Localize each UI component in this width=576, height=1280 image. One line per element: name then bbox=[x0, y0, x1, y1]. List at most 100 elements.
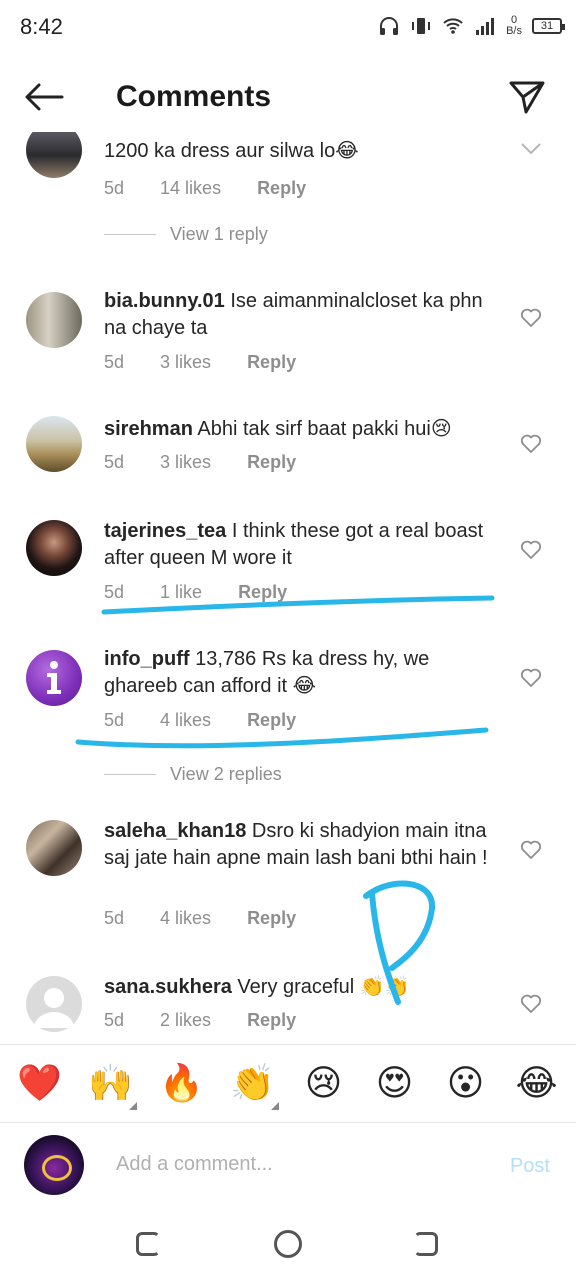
comment-text: tajerines_tea I think these got a real b… bbox=[104, 518, 494, 572]
battery-icon: 31 bbox=[532, 18, 565, 34]
comment-meta: 5d 4 likes Reply bbox=[104, 908, 332, 929]
variant-indicator-icon bbox=[270, 1101, 279, 1110]
comment-item: 1200 ka dress aur silwa lo😂 5d 14 likes … bbox=[0, 132, 576, 252]
comment-item: bia.bunny.01 Ise aimanminalcloset ka phn… bbox=[0, 288, 576, 388]
avatar[interactable] bbox=[26, 520, 82, 576]
comment-item: saleha_khan18 Dsro ki shadyion main itna… bbox=[0, 818, 576, 938]
comment-username[interactable]: sana.sukhera bbox=[104, 976, 232, 998]
comment-text: saleha_khan18 Dsro ki shadyion main itna… bbox=[104, 818, 494, 872]
home-icon[interactable] bbox=[274, 1230, 302, 1258]
comment-body: Abhi tak sirf baat pakki hui😢 bbox=[197, 418, 452, 440]
comment-input[interactable]: Add a comment... bbox=[116, 1153, 273, 1176]
comment-meta: 5d 1 like Reply bbox=[104, 582, 323, 603]
comment-meta: 5d 2 likes Reply bbox=[104, 1010, 332, 1031]
reply-button[interactable]: Reply bbox=[247, 352, 296, 373]
likes-count[interactable]: 3 likes bbox=[160, 352, 211, 373]
comment-age: 5d bbox=[104, 352, 125, 372]
comments-list[interactable]: 1200 ka dress aur silwa lo😂 5d 14 likes … bbox=[0, 132, 576, 1044]
wifi-icon bbox=[443, 18, 463, 34]
heart-icon[interactable] bbox=[520, 994, 542, 1014]
emoji-clap[interactable]: 👏 bbox=[223, 1062, 283, 1110]
likes-count[interactable]: 3 likes bbox=[160, 452, 211, 473]
emoji-fire[interactable]: 🔥 bbox=[152, 1063, 212, 1104]
avatar[interactable] bbox=[26, 416, 82, 472]
send-icon[interactable] bbox=[508, 78, 546, 116]
system-nav-bar bbox=[0, 1206, 576, 1280]
comment-username[interactable]: saleha_khan18 bbox=[104, 820, 246, 842]
comment-meta: 5d 3 likes Reply bbox=[104, 452, 332, 473]
reply-button[interactable]: Reply bbox=[257, 178, 306, 199]
comment-username[interactable]: sirehman bbox=[104, 418, 193, 440]
emoji-heart-eyes[interactable]: 😍 bbox=[365, 1063, 425, 1104]
status-icons: 0 B/s 31 bbox=[378, 12, 565, 40]
comment-body: 1200 ka dress aur silwa lo😂 bbox=[104, 140, 359, 162]
reply-button[interactable]: Reply bbox=[247, 710, 296, 731]
comment-age: 5d bbox=[104, 710, 125, 730]
avatar[interactable] bbox=[26, 820, 82, 876]
emoji-clap-glyph: 👏 bbox=[230, 1062, 275, 1104]
comment-username[interactable]: bia.bunny.01 bbox=[104, 290, 225, 312]
status-bar: 8:42 0 B/s 31 bbox=[0, 0, 576, 56]
heart-icon[interactable] bbox=[520, 540, 542, 560]
vibrate-icon bbox=[412, 18, 431, 34]
likes-count[interactable]: 1 like bbox=[160, 582, 202, 603]
likes-count[interactable]: 14 likes bbox=[160, 178, 221, 199]
likes-count[interactable]: 4 likes bbox=[160, 710, 211, 731]
info-icon bbox=[47, 661, 61, 694]
back-arrow-icon[interactable] bbox=[24, 82, 64, 112]
reply-button[interactable]: Reply bbox=[247, 908, 296, 929]
likes-count[interactable]: 4 likes bbox=[160, 908, 211, 929]
emoji-surprised[interactable]: 😮 bbox=[436, 1063, 496, 1104]
view-replies-label[interactable]: View 1 reply bbox=[170, 224, 268, 245]
comment-text: info_puff 13,786 Rs ka dress hy, we ghar… bbox=[104, 646, 494, 700]
my-avatar[interactable] bbox=[24, 1135, 84, 1195]
divider bbox=[104, 774, 156, 775]
recent-apps-icon[interactable] bbox=[136, 1232, 160, 1256]
comment-item: info_puff 13,786 Rs ka dress hy, we ghar… bbox=[0, 646, 576, 796]
network-speed: 0 B/s bbox=[506, 15, 522, 37]
comment-username[interactable]: info_puff bbox=[104, 648, 190, 670]
comment-meta: 5d 14 likes Reply bbox=[104, 178, 342, 199]
signal-icon bbox=[476, 18, 495, 35]
avatar[interactable] bbox=[26, 132, 82, 178]
divider bbox=[104, 234, 156, 235]
avatar[interactable] bbox=[26, 292, 82, 348]
emoji-heart[interactable]: ❤️ bbox=[10, 1063, 70, 1104]
heart-icon[interactable] bbox=[520, 308, 542, 328]
comment-meta: 5d 4 likes Reply bbox=[104, 710, 332, 731]
reply-button[interactable]: Reply bbox=[247, 452, 296, 473]
reply-button[interactable]: Reply bbox=[247, 1010, 296, 1031]
view-replies-button[interactable]: View 2 replies bbox=[104, 764, 282, 785]
emoji-quick-bar: ❤️ 🙌 🔥 👏 😢 😍 😮 😂 bbox=[0, 1044, 576, 1122]
comment-text: sana.sukhera Very graceful 👏👏 bbox=[104, 974, 494, 1001]
view-replies-label[interactable]: View 2 replies bbox=[170, 764, 282, 785]
likes-count[interactable]: 2 likes bbox=[160, 1010, 211, 1031]
network-speed-unit: B/s bbox=[506, 25, 522, 37]
emoji-crying[interactable]: 😢 bbox=[294, 1063, 354, 1104]
back-nav-icon[interactable] bbox=[414, 1232, 438, 1256]
comment-age: 5d bbox=[104, 908, 125, 928]
emoji-raised-hands[interactable]: 🙌 bbox=[81, 1063, 141, 1110]
chevron-down-icon[interactable] bbox=[520, 142, 542, 156]
heart-icon[interactable] bbox=[520, 668, 542, 688]
comment-username[interactable]: tajerines_tea bbox=[104, 520, 226, 542]
post-button[interactable]: Post bbox=[510, 1155, 550, 1178]
comment-age: 5d bbox=[104, 1010, 125, 1030]
comment-meta: 5d 3 likes Reply bbox=[104, 352, 332, 373]
status-time: 8:42 bbox=[20, 14, 63, 39]
comment-item: sana.sukhera Very graceful 👏👏 5d 2 likes… bbox=[0, 974, 576, 1044]
variant-indicator-icon bbox=[128, 1101, 137, 1110]
view-replies-button[interactable]: View 1 reply bbox=[104, 224, 268, 245]
heart-icon[interactable] bbox=[520, 434, 542, 454]
header: Comments bbox=[0, 62, 576, 132]
page-title: Comments bbox=[116, 80, 272, 113]
comment-age: 5d bbox=[104, 582, 125, 602]
heart-icon[interactable] bbox=[520, 840, 542, 860]
info-avatar[interactable] bbox=[26, 650, 82, 706]
comment-body: Very graceful 👏👏 bbox=[237, 976, 410, 998]
reply-button[interactable]: Reply bbox=[238, 582, 287, 603]
emoji-laughing[interactable]: 😂 bbox=[507, 1063, 567, 1104]
comment-item: sirehman Abhi tak sirf baat pakki hui😢 5… bbox=[0, 416, 576, 496]
default-avatar[interactable] bbox=[26, 976, 82, 1032]
comment-text: bia.bunny.01 Ise aimanminalcloset ka phn… bbox=[104, 288, 494, 342]
